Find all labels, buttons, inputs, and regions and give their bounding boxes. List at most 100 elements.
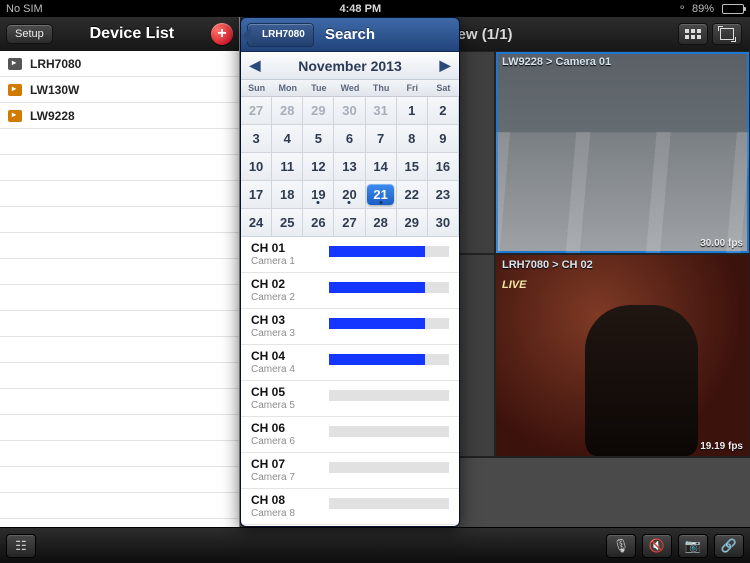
calendar-day[interactable]: 9 <box>428 125 459 153</box>
camera-tile-4[interactable]: LRH7080 > CH 02 LIVE 19.19 fps <box>496 255 749 456</box>
calendar-day[interactable]: 1 <box>397 97 428 125</box>
calendar-day[interactable]: 8 <box>397 125 428 153</box>
camera-label: LRH7080 > CH 02 <box>502 259 593 271</box>
calendar-dow: Sat <box>428 80 459 96</box>
sidebar-header: Setup Device List + <box>0 17 239 51</box>
calendar-day[interactable]: 20 <box>334 181 365 209</box>
device-name: LW9228 <box>30 109 75 123</box>
channel-camera: Camera 1 <box>251 256 449 267</box>
calendar-day[interactable]: 11 <box>272 153 303 181</box>
popover-title: Search <box>241 26 459 43</box>
channel-timeline[interactable] <box>329 246 449 257</box>
channel-timeline[interactable] <box>329 282 449 293</box>
device-icon <box>8 84 22 96</box>
layout-grid-button[interactable] <box>678 23 708 45</box>
calendar-day[interactable]: 4 <box>272 125 303 153</box>
calendar-day[interactable]: 13 <box>334 153 365 181</box>
snapshot-button[interactable]: 📷 <box>678 534 708 558</box>
device-item[interactable]: LRH7080 <box>0 51 239 77</box>
calendar-day[interactable]: 28 <box>366 209 397 237</box>
device-item[interactable]: LW130W <box>0 77 239 103</box>
channel-camera: Camera 2 <box>251 292 449 303</box>
calendar-dow: Mon <box>272 80 303 96</box>
channel-timeline[interactable] <box>329 354 449 365</box>
popover-header: LRH7080 Search <box>241 18 459 52</box>
calendar-day[interactable]: 27 <box>334 209 365 237</box>
bluetooth-icon: ⚬ <box>678 3 688 15</box>
calendar-day[interactable]: 30 <box>428 209 459 237</box>
calendar-dow: Sun <box>241 80 272 96</box>
calendar-next-button[interactable]: ▶ <box>431 57 459 74</box>
live-badge: LIVE <box>502 279 526 291</box>
calendar-day: 30 <box>334 97 365 125</box>
device-list: LRH7080LW130W LW9228 <box>0 51 239 527</box>
calendar-prev-button[interactable]: ◀ <box>241 57 269 74</box>
calendar-day: 28 <box>272 97 303 125</box>
calendar-day[interactable]: 26 <box>303 209 334 237</box>
channel-camera: Camera 3 <box>251 328 449 339</box>
channel-camera: Camera 5 <box>251 400 449 411</box>
link-button[interactable]: 🔗 <box>714 534 744 558</box>
camera-label: LW9228 > Camera 01 <box>502 56 611 68</box>
calendar-day: 31 <box>366 97 397 125</box>
channel-row[interactable]: CH 08Camera 8 <box>241 489 459 525</box>
calendar-day[interactable]: 5 <box>303 125 334 153</box>
channel-row[interactable]: CH 06Camera 6 <box>241 417 459 453</box>
channel-row[interactable]: CH 02Camera 2 <box>241 273 459 309</box>
calendar-day[interactable]: 10 <box>241 153 272 181</box>
calendar-day: 27 <box>241 97 272 125</box>
tree-view-button[interactable]: ☷ <box>6 534 36 558</box>
calendar-day[interactable]: 25 <box>272 209 303 237</box>
calendar-day[interactable]: 24 <box>241 209 272 237</box>
calendar: ◀ November 2013 ▶ SunMonTueWedThuFriSat … <box>241 52 459 237</box>
channel-camera: Camera 4 <box>251 364 449 375</box>
channel-timeline[interactable] <box>329 498 449 509</box>
calendar-day[interactable]: 2 <box>428 97 459 125</box>
channel-row[interactable]: CH 07Camera 7 <box>241 453 459 489</box>
bottom-toolbar: ☷ 🎙 🔇 📷 🔗 <box>0 527 750 563</box>
device-item[interactable]: LW9228 <box>0 103 239 129</box>
calendar-dow: Tue <box>303 80 334 96</box>
channel-timeline[interactable] <box>329 318 449 329</box>
calendar-day[interactable]: 15 <box>397 153 428 181</box>
calendar-day[interactable]: 29 <box>397 209 428 237</box>
calendar-dow: Thu <box>366 80 397 96</box>
add-device-button[interactable]: + <box>211 23 233 45</box>
calendar-day[interactable]: 12 <box>303 153 334 181</box>
search-popover: LRH7080 Search ◀ November 2013 ▶ SunMonT… <box>240 17 460 527</box>
channel-timeline[interactable] <box>329 390 449 401</box>
channel-timeline[interactable] <box>329 426 449 437</box>
calendar-day[interactable]: 19 <box>303 181 334 209</box>
device-icon <box>8 58 22 70</box>
channel-row[interactable]: CH 04Camera 4 <box>241 345 459 381</box>
status-bar: No SIM 4:48 PM ⚬ 89% <box>0 0 750 17</box>
mute-button[interactable]: 🔇 <box>642 534 672 558</box>
calendar-day[interactable]: 7 <box>366 125 397 153</box>
calendar-day[interactable]: 23 <box>428 181 459 209</box>
calendar-day[interactable]: 3 <box>241 125 272 153</box>
channel-timeline[interactable] <box>329 462 449 473</box>
sidebar-title: Device List <box>53 25 211 43</box>
calendar-day[interactable]: 21 <box>366 181 397 209</box>
camera-fps: 30.00 fps <box>700 238 743 249</box>
status-carrier: No SIM <box>6 3 43 15</box>
channel-row[interactable]: CH 09Camera 9 <box>241 525 459 526</box>
setup-button[interactable]: Setup <box>6 24 53 44</box>
mic-button[interactable]: 🎙 <box>606 534 636 558</box>
device-sidebar: Setup Device List + LRH7080LW130W LW9228 <box>0 17 240 527</box>
fullscreen-button[interactable] <box>712 23 742 45</box>
calendar-day: 29 <box>303 97 334 125</box>
battery-pct: 89% <box>692 3 714 15</box>
channel-list[interactable]: CH 01Camera 1CH 02Camera 2CH 03Camera 3C… <box>241 237 459 526</box>
calendar-day[interactable]: 16 <box>428 153 459 181</box>
calendar-day[interactable]: 14 <box>366 153 397 181</box>
calendar-day[interactable]: 18 <box>272 181 303 209</box>
channel-row[interactable]: CH 01Camera 1 <box>241 237 459 273</box>
camera-tile-2[interactable]: LW9228 > Camera 01 30.00 fps <box>496 52 749 253</box>
calendar-day[interactable]: 22 <box>397 181 428 209</box>
calendar-day[interactable]: 17 <box>241 181 272 209</box>
channel-row[interactable]: CH 05Camera 5 <box>241 381 459 417</box>
channel-camera: Camera 6 <box>251 436 449 447</box>
channel-row[interactable]: CH 03Camera 3 <box>241 309 459 345</box>
calendar-day[interactable]: 6 <box>334 125 365 153</box>
